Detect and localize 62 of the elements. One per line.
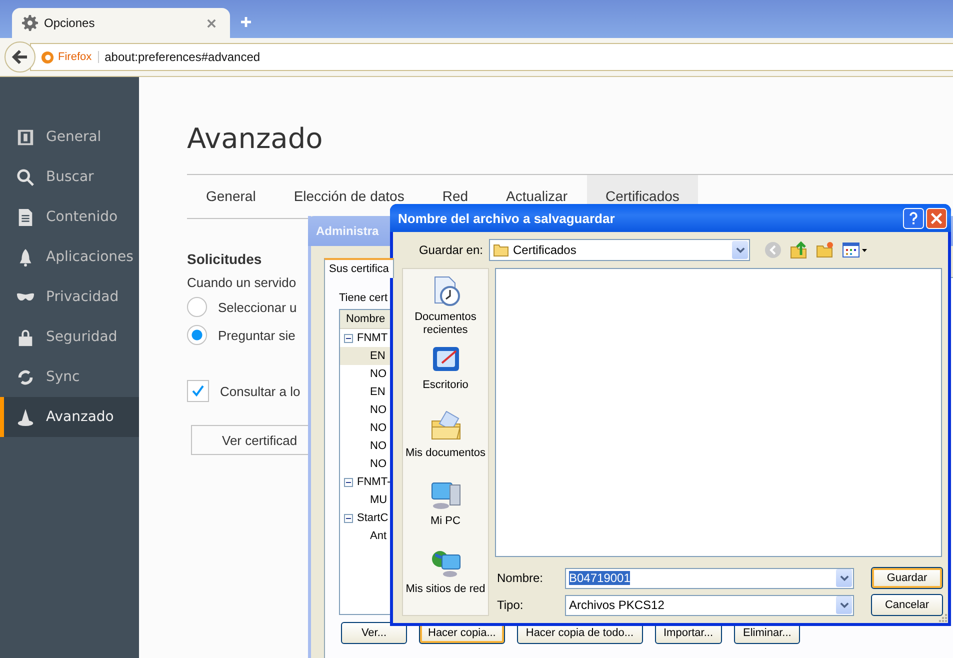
page-heading: Avanzado (187, 121, 324, 157)
up-folder-icon[interactable] (790, 241, 808, 259)
dialog-tab[interactable]: Sus certifica (324, 258, 394, 278)
view-menu-icon[interactable] (842, 241, 868, 259)
file-type-dropdown[interactable]: Archivos PKCS12 (565, 594, 854, 616)
radio-button[interactable] (187, 297, 207, 317)
filename-field[interactable]: B04719001 (565, 568, 854, 588)
folder-icon (493, 243, 509, 257)
help-icon[interactable] (903, 208, 924, 228)
dialog-button[interactable]: Ver... (341, 622, 407, 644)
close-icon[interactable] (207, 18, 216, 28)
cancel-button[interactable]: Cancelar (871, 594, 943, 616)
radio-button[interactable] (187, 325, 207, 345)
save-button[interactable]: Guardar (871, 567, 943, 589)
lock-icon (16, 328, 35, 346)
sidebar-item[interactable]: Avanzado (0, 397, 139, 437)
folder-dropdown[interactable]: Certificados (489, 239, 750, 261)
sidebar-item[interactable]: Seguridad (0, 317, 139, 357)
browser-tab[interactable]: Opciones (12, 8, 230, 38)
search-icon (16, 168, 35, 186)
gear-icon (22, 15, 38, 31)
collapse-icon[interactable] (344, 334, 353, 342)
checkmark-icon (191, 384, 205, 398)
place-item[interactable]: Mis documentos (403, 411, 488, 479)
place-item[interactable]: Mis sitios de red (403, 547, 488, 615)
sidebar-item[interactable]: Buscar (0, 157, 139, 197)
section-text: Cuando un servido (187, 275, 298, 290)
document-icon (16, 208, 35, 226)
field-label: Nombre: (496, 571, 544, 585)
settings-tab[interactable]: General (187, 175, 275, 218)
sidebar-item[interactable]: Contenido (0, 197, 139, 237)
back-button[interactable] (4, 41, 36, 73)
new-folder-icon[interactable] (816, 241, 834, 259)
place-item[interactable]: Escritorio (403, 343, 488, 411)
intro-text: Tiene cert (339, 292, 389, 306)
sidebar-item[interactable]: General (0, 117, 139, 157)
address-bar[interactable]: Firefox about:preferences#advanced (30, 43, 953, 71)
tree-group[interactable]: StartC (357, 512, 388, 524)
place-item[interactable]: Mi PC (403, 479, 488, 547)
checkbox[interactable] (187, 380, 209, 402)
sidebar-item[interactable]: Aplicaciones (0, 237, 139, 277)
field-label: Guardar en: (418, 243, 484, 257)
new-tab-icon[interactable] (240, 16, 252, 28)
firefox-icon (41, 50, 54, 64)
wizard-hat-icon (16, 408, 35, 426)
general-icon (16, 128, 35, 146)
identity-label: Firefox (58, 51, 99, 63)
window-title: Administra (316, 224, 379, 238)
collapse-icon[interactable] (344, 478, 353, 486)
sidebar-item[interactable]: Privacidad (0, 277, 139, 317)
sync-icon (16, 368, 35, 386)
tree-group[interactable]: FNMT (357, 332, 388, 344)
radio-label: Preguntar sie (218, 328, 296, 342)
place-item[interactable]: Documentos recientes (403, 275, 488, 343)
field-label: Tipo: (496, 598, 524, 612)
sidebar-item[interactable]: Sync (0, 357, 139, 397)
url-text: about:preferences#advanced (104, 50, 260, 64)
checkbox-label: Consultar a lo (220, 384, 300, 398)
resize-grip-icon[interactable] (938, 613, 948, 623)
collapse-icon[interactable] (344, 514, 353, 522)
tree-group[interactable]: FNMT- (357, 476, 391, 488)
radio-label: Seleccionar u (218, 300, 297, 314)
